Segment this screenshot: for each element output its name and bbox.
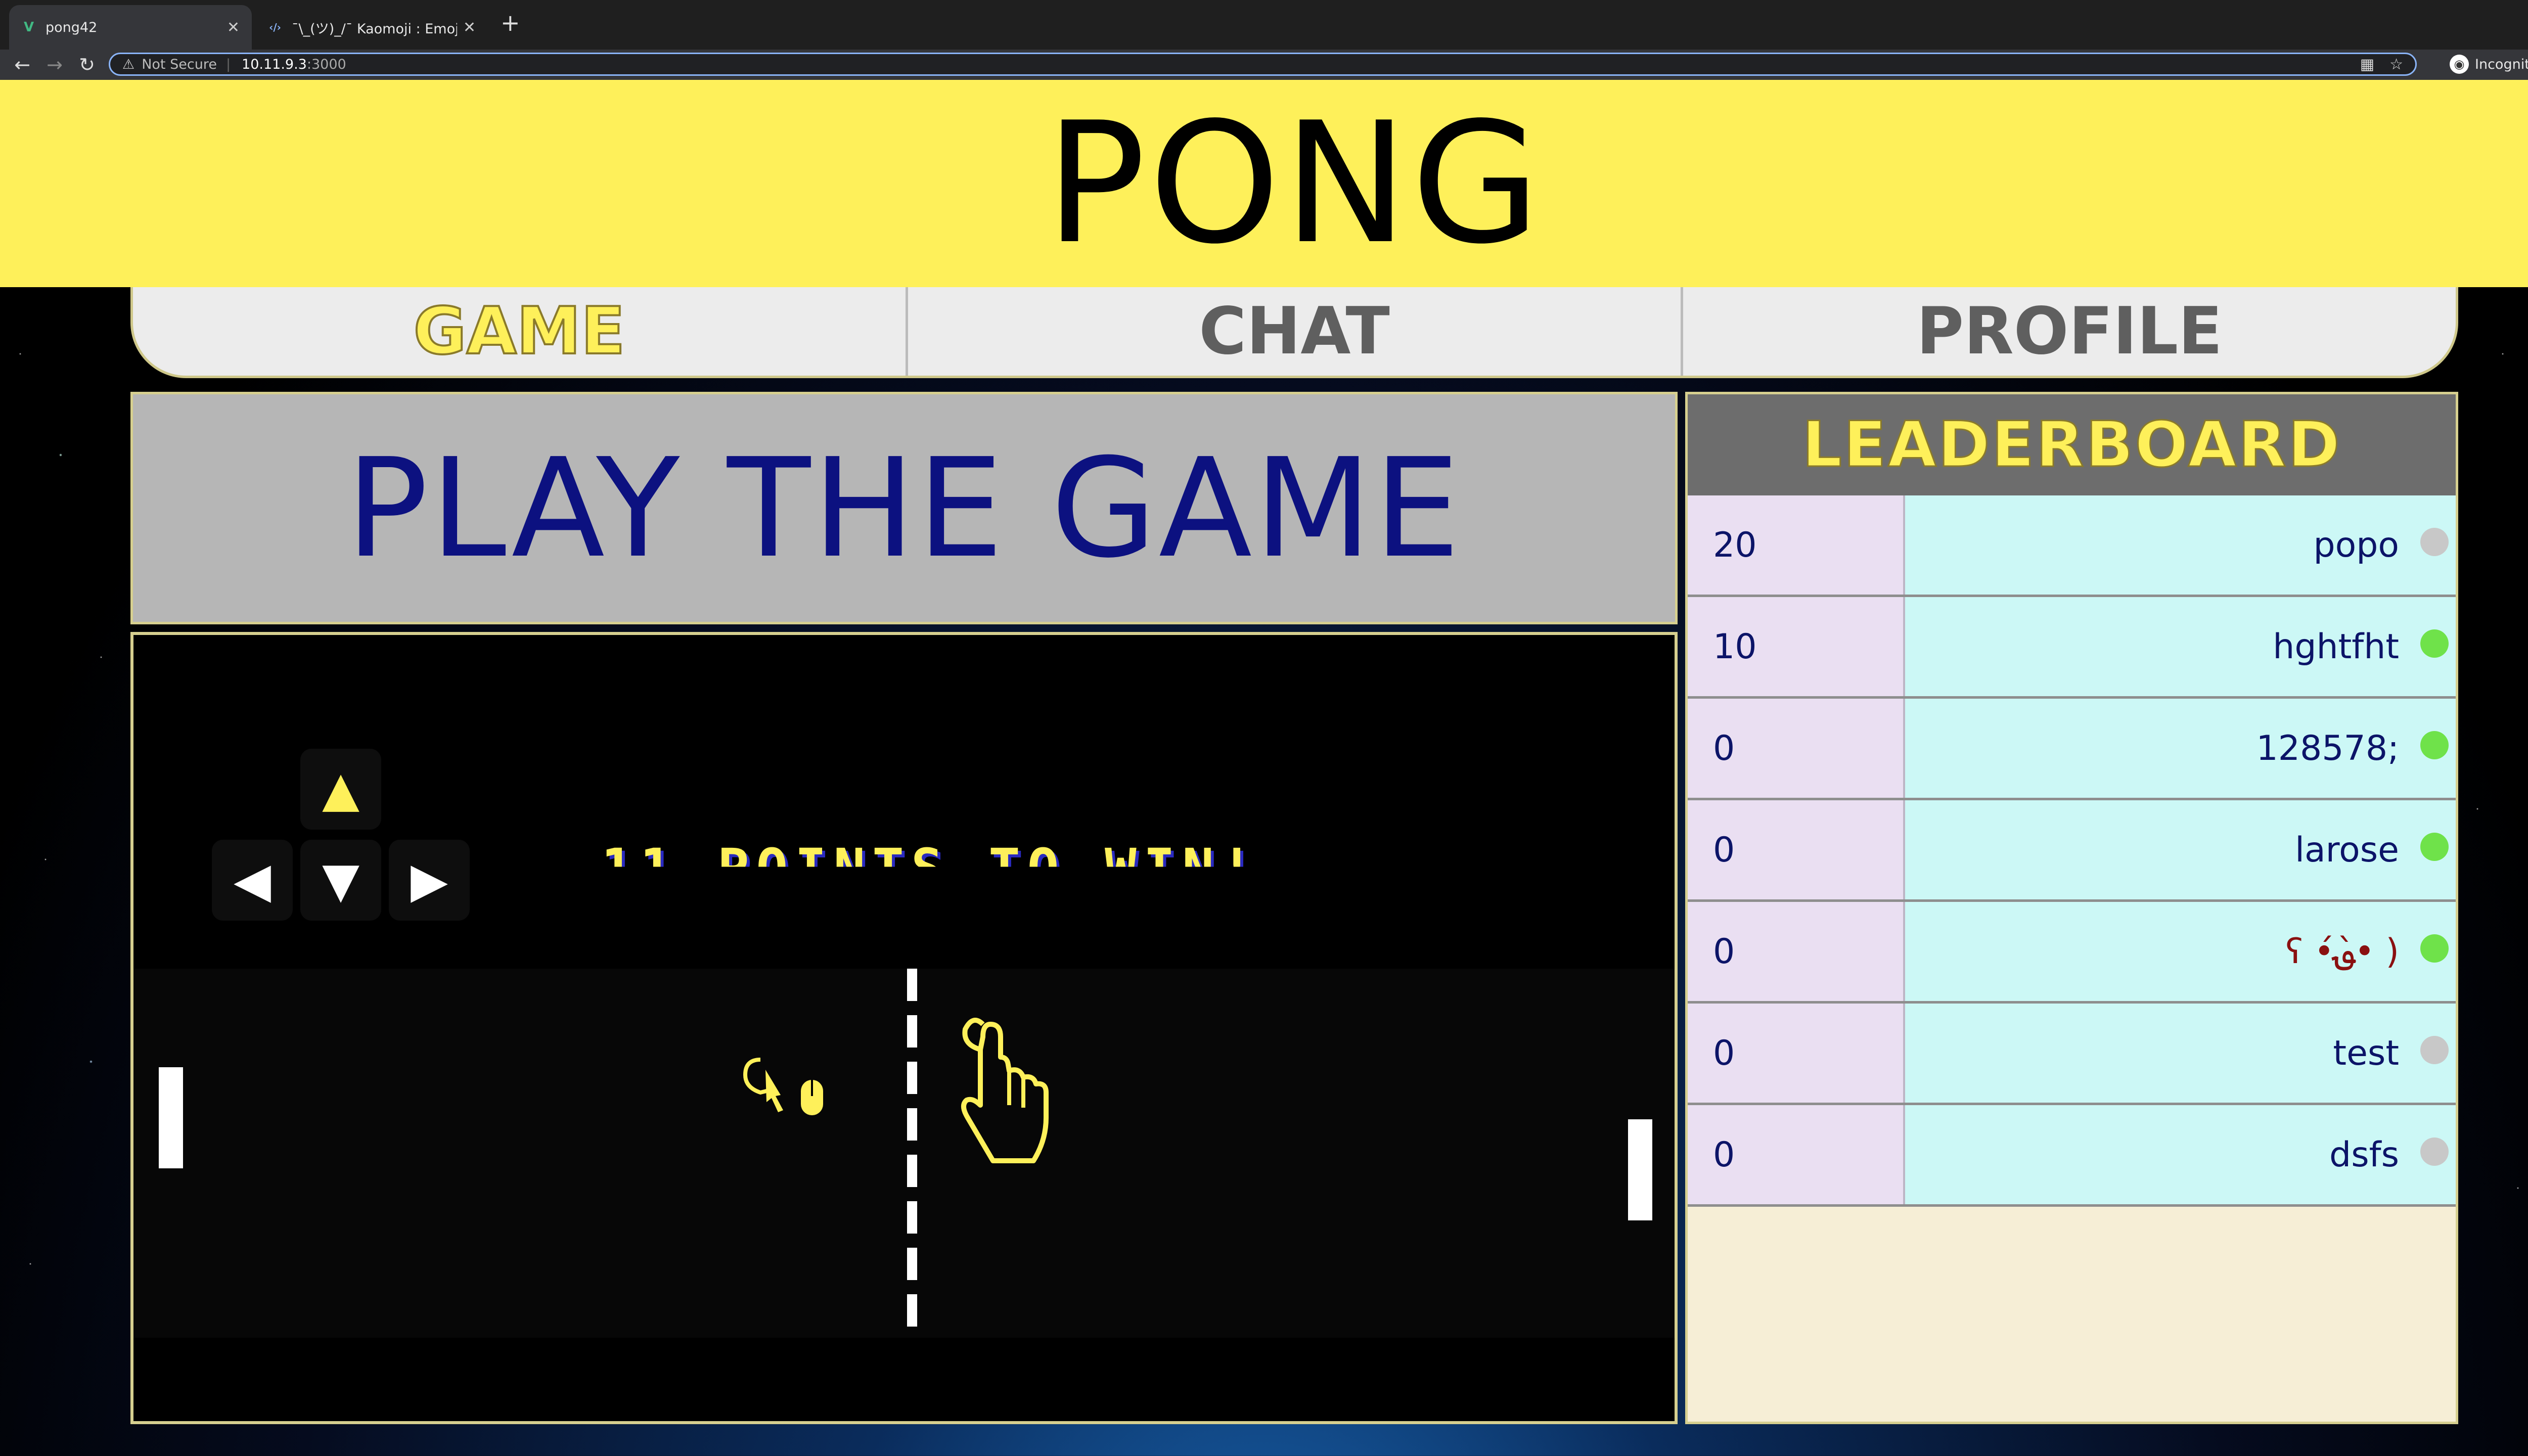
url-host: 10.11.9.3 bbox=[242, 56, 307, 72]
arrow-down-key-icon: ▼ bbox=[300, 840, 381, 921]
left-paddle bbox=[159, 1067, 183, 1168]
player-score: 0 bbox=[1688, 800, 1905, 899]
code-favicon-icon: ‹/› bbox=[269, 21, 281, 33]
leaderboard-row[interactable]: 0 larose bbox=[1688, 800, 2456, 902]
status-dot-icon bbox=[2420, 1138, 2449, 1166]
player-name[interactable]: 128578; bbox=[1905, 699, 2456, 798]
points-to-win-text: 11 POINTS TO WIN! bbox=[601, 837, 1260, 899]
tab-profile[interactable]: PROFILE bbox=[1683, 287, 2456, 376]
court bbox=[133, 969, 1675, 1338]
bookmark-star-icon[interactable]: ☆ bbox=[2389, 56, 2403, 73]
status-dot-icon bbox=[2420, 528, 2449, 556]
warning-triangle-icon: ⚠ bbox=[122, 56, 135, 72]
player-name[interactable]: dsfs bbox=[1905, 1105, 2456, 1204]
back-arrow-icon[interactable]: ← bbox=[11, 54, 33, 76]
address-bar[interactable]: ⚠ Not Secure | 10.11.9.3:3000 ▦ ☆ bbox=[109, 53, 2417, 76]
qr-code-icon[interactable]: ▦ bbox=[2360, 56, 2374, 73]
status-dot-icon bbox=[2420, 1036, 2449, 1064]
right-paddle bbox=[1628, 1119, 1652, 1220]
banner-text: PLAY THE GAME bbox=[346, 428, 1462, 588]
tab-chat[interactable]: CHAT bbox=[908, 287, 1683, 376]
forward-arrow-icon[interactable]: → bbox=[43, 54, 66, 76]
url-port: :3000 bbox=[306, 56, 346, 72]
close-tab-icon[interactable]: ✕ bbox=[227, 19, 240, 36]
status-dot-icon bbox=[2420, 934, 2449, 963]
browser-tab-pong42[interactable]: V pong42 ✕ bbox=[9, 5, 252, 50]
reload-icon[interactable]: ↻ bbox=[76, 54, 98, 76]
player-score: 0 bbox=[1688, 1004, 1905, 1103]
leaderboard-title: LEADERBOARD bbox=[1688, 394, 2456, 495]
tab-game[interactable]: GAME bbox=[133, 287, 908, 376]
arrow-left-key-icon: ◀ bbox=[212, 840, 293, 921]
status-dot-icon bbox=[2420, 629, 2449, 658]
page-title: PONG bbox=[1045, 86, 1544, 281]
mouse-hint-icon bbox=[743, 1058, 823, 1115]
separator: | bbox=[225, 56, 231, 72]
player-name[interactable]: ʕ •́؈•̀ ) bbox=[1905, 902, 2456, 1001]
leaderboard-row[interactable]: 10 hghtfht bbox=[1688, 597, 2456, 699]
pointer-hand-icon bbox=[961, 1018, 1049, 1163]
vue-favicon-icon: V bbox=[23, 20, 34, 35]
browser-tab-strip: V pong42 ✕ ‹/› ¯\_(ツ)_/¯ Kaomoji : Emoji… bbox=[0, 0, 2528, 50]
leaderboard-row[interactable]: 0 128578; bbox=[1688, 699, 2456, 800]
leaderboard-row[interactable]: 0 ʕ •́؈•̀ ) bbox=[1688, 902, 2456, 1004]
incognito-label: Incognito bbox=[2475, 56, 2528, 72]
player-score: 0 bbox=[1688, 1105, 1905, 1204]
tab-title: ¯\_(ツ)_/¯ Kaomoji : Emoji / Sm bbox=[292, 21, 457, 37]
new-tab-icon[interactable]: + bbox=[501, 9, 520, 36]
player-score: 0 bbox=[1688, 699, 1905, 798]
browser-toolbar: ← → ↻ ⚠ Not Secure | 10.11.9.3:3000 ▦ ☆ … bbox=[0, 50, 2528, 80]
player-name[interactable]: test bbox=[1905, 1004, 2456, 1103]
player-name[interactable]: larose bbox=[1905, 800, 2456, 899]
security-label: Not Secure bbox=[142, 56, 217, 72]
player-score: 20 bbox=[1688, 495, 1905, 595]
player-score: 0 bbox=[1688, 902, 1905, 1001]
status-dot-icon bbox=[2420, 731, 2449, 759]
leaderboard-panel: LEADERBOARD 20 popo 10 hghtfht 0 128578;… bbox=[1685, 392, 2458, 1424]
play-the-game-banner[interactable]: PLAY THE GAME bbox=[130, 392, 1678, 624]
close-tab-icon[interactable]: ✕ bbox=[463, 19, 476, 36]
arrow-up-key-icon: ▲ bbox=[300, 749, 381, 830]
tab-title: pong42 bbox=[46, 19, 98, 35]
game-canvas[interactable]: ▲ ◀ ▼ ▶ 11 POINTS TO WIN! bbox=[130, 632, 1678, 1424]
player-name[interactable]: hghtfht bbox=[1905, 597, 2456, 696]
leaderboard-row[interactable]: 0 test bbox=[1688, 1004, 2456, 1105]
site-header: PONG bbox=[0, 80, 2528, 287]
leaderboard-row[interactable]: 0 dsfs bbox=[1688, 1105, 2456, 1207]
leaderboard-row[interactable]: 20 popo bbox=[1688, 495, 2456, 597]
center-net bbox=[907, 969, 917, 1338]
status-dot-icon bbox=[2420, 833, 2449, 861]
incognito-indicator[interactable]: ◉ Incognito bbox=[2450, 55, 2528, 74]
incognito-icon: ◉ bbox=[2450, 55, 2469, 74]
player-score: 10 bbox=[1688, 597, 1905, 696]
main-nav: GAME CHAT PROFILE bbox=[130, 287, 2458, 378]
browser-tab-kaomoji[interactable]: ‹/› ¯\_(ツ)_/¯ Kaomoji : Emoji / Sm ✕ bbox=[255, 5, 488, 50]
arrow-right-key-icon: ▶ bbox=[389, 840, 470, 921]
player-name[interactable]: popo bbox=[1905, 495, 2456, 595]
